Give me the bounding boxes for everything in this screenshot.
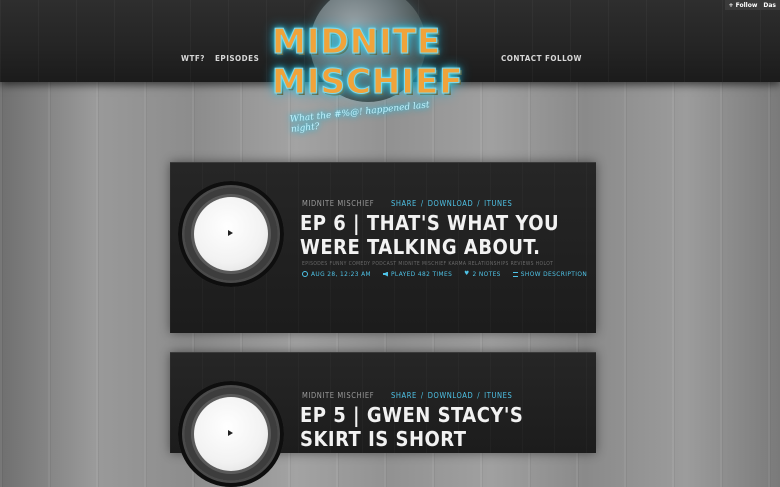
post-tags[interactable]: EPISODES FUNNY COMEDY PODCAST MIDNITE MI… xyxy=(302,261,582,267)
dashboard-button[interactable]: Das xyxy=(763,2,776,9)
logo-tagline: What the #%@! happened last night? xyxy=(289,100,430,135)
audio-player[interactable] xyxy=(178,381,284,487)
post-meta: MIDNITE MISCHIEF SHARE / DOWNLOAD / ITUNES xyxy=(302,391,513,400)
play-icon[interactable] xyxy=(228,230,233,236)
play-count: PLAYED 482 TIMES xyxy=(382,270,452,278)
show-name: MIDNITE MISCHIEF xyxy=(302,199,375,208)
nav-wtf[interactable]: WTF? xyxy=(181,54,205,63)
share-link[interactable]: SHARE xyxy=(391,391,417,400)
episode-title[interactable]: EP 5 | GWEN STACY'S SKIRT IS SHORT xyxy=(300,403,590,451)
post-date[interactable]: AUG 28, 12:23 AM xyxy=(302,270,371,278)
episode-title[interactable]: EP 6 | THAT'S WHAT YOU WERE TALKING ABOU… xyxy=(300,211,590,259)
itunes-link[interactable]: ITUNES xyxy=(484,199,512,208)
logo-line-1[interactable]: MIDNITE xyxy=(271,22,441,63)
audio-player[interactable] xyxy=(178,181,284,287)
clock-icon xyxy=(302,271,308,277)
post-card: MIDNITE MISCHIEF SHARE / DOWNLOAD / ITUNES E… xyxy=(170,352,596,487)
description-icon xyxy=(512,271,518,277)
show-name: MIDNITE MISCHIEF xyxy=(302,391,375,400)
nav-contact[interactable]: CONTACT xyxy=(501,54,542,63)
download-link[interactable]: DOWNLOAD xyxy=(428,391,474,400)
itunes-link[interactable]: ITUNES xyxy=(484,391,512,400)
share-link[interactable]: SHARE xyxy=(391,199,417,208)
post-card: MIDNITE MISCHIEF SHARE / DOWNLOAD / ITUNES E… xyxy=(170,162,596,333)
show-description-toggle[interactable]: SHOW DESCRIPTION xyxy=(512,270,587,278)
nav-follow[interactable]: FOLLOW xyxy=(545,54,582,63)
follow-button[interactable]: + Follow xyxy=(729,2,758,9)
logo-line-2[interactable]: MISCHIEF xyxy=(271,62,463,103)
nav-episodes[interactable]: EPISODES xyxy=(215,54,259,63)
post-stats: AUG 28, 12:23 AM PLAYED 482 TIMES ♥ 2 NOT… xyxy=(302,270,587,278)
speaker-icon xyxy=(382,271,388,277)
heart-icon: ♥ xyxy=(464,270,470,277)
play-icon[interactable] xyxy=(228,430,233,436)
notes-count[interactable]: ♥ 2 NOTES xyxy=(464,270,501,278)
post-meta: MIDNITE MISCHIEF SHARE / DOWNLOAD / ITUNES xyxy=(302,199,513,208)
download-link[interactable]: DOWNLOAD xyxy=(428,199,474,208)
follow-widget[interactable]: + Follow Das xyxy=(724,0,780,10)
